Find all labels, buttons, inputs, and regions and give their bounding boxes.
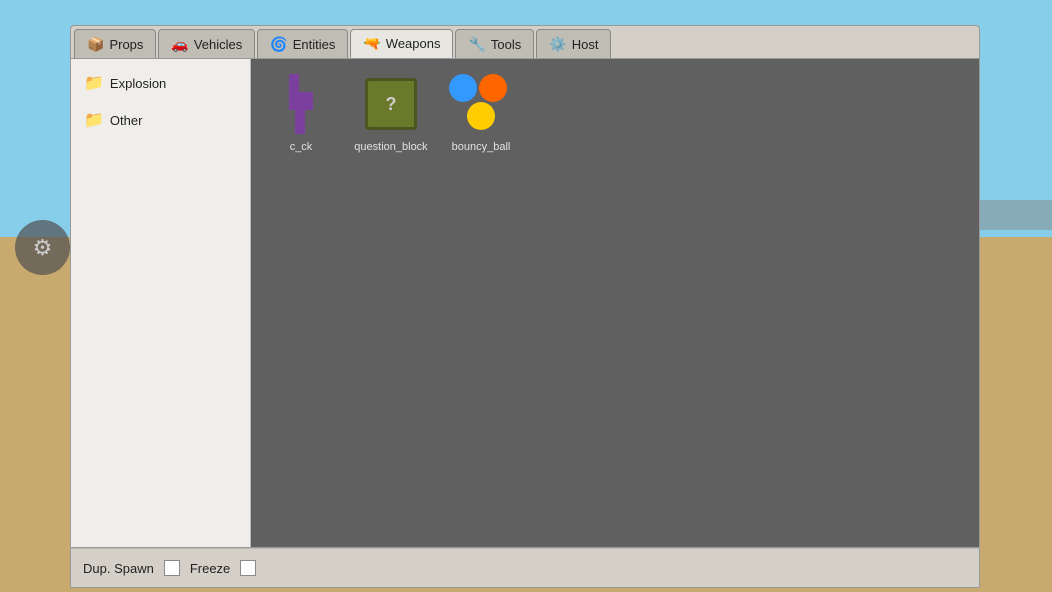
tab-vehicles[interactable]: 🚗 Vehicles xyxy=(158,29,255,58)
bouncy-ball-label: bouncy_ball xyxy=(452,141,511,153)
freeze-label: Freeze xyxy=(190,561,230,576)
entities-icon: 🌀 xyxy=(270,36,287,53)
question-block-icon-wrapper: ? xyxy=(356,69,426,139)
circle-yellow xyxy=(467,102,495,130)
sidebar-item-explosion-label: Explosion xyxy=(110,76,166,91)
tab-props[interactable]: 📦 Props xyxy=(74,29,156,58)
dup-spawn-label: Dup. Spawn xyxy=(83,561,154,576)
freeze-checkbox[interactable] xyxy=(240,560,256,576)
sidebar-item-explosion[interactable]: 📁 Explosion xyxy=(74,65,247,101)
tab-weapons-label: Weapons xyxy=(386,36,441,51)
tab-weapons[interactable]: 🔫 Weapons xyxy=(350,29,453,58)
content-area: 📁 Explosion 📁 Other c_ck ? xyxy=(70,58,980,548)
vehicles-icon: 🚗 xyxy=(171,36,188,53)
bouncy-ball-icon-wrapper xyxy=(446,69,516,139)
props-icon: 📦 xyxy=(87,36,104,53)
question-block-label: question_block xyxy=(354,141,427,153)
item-c-ck[interactable]: c_ck xyxy=(261,69,341,153)
host-icon: ⚙️ xyxy=(549,36,566,53)
item-question-block[interactable]: ? question_block xyxy=(351,69,431,153)
tab-tools[interactable]: 🔧 Tools xyxy=(455,29,534,58)
tab-host[interactable]: ⚙️ Host xyxy=(536,29,611,58)
bouncy-ball-group xyxy=(449,74,514,134)
sidebar-item-other-label: Other xyxy=(110,113,143,128)
folder-icon-explosion: 📁 xyxy=(84,73,104,93)
sidebar: 📁 Explosion 📁 Other xyxy=(71,59,251,547)
folder-icon-other: 📁 xyxy=(84,110,104,130)
tools-icon: 🔧 xyxy=(468,36,485,53)
tab-props-label: Props xyxy=(109,37,143,52)
item-bouncy-ball[interactable]: bouncy_ball xyxy=(441,69,521,153)
question-block-shape: ? xyxy=(365,78,417,130)
weapons-icon: 🔫 xyxy=(363,35,380,52)
items-grid: c_ck ? question_block bouncy_ball xyxy=(251,59,979,547)
tab-entities-label: Entities xyxy=(293,37,336,52)
circle-orange xyxy=(479,74,507,102)
dup-spawn-checkbox[interactable] xyxy=(164,560,180,576)
tab-tools-label: Tools xyxy=(491,37,521,52)
c-ck-icon-wrapper xyxy=(266,69,336,139)
tab-bar: 📦 Props 🚗 Vehicles 🌀 Entities 🔫 Weapons … xyxy=(70,25,980,58)
ui-panel: 📦 Props 🚗 Vehicles 🌀 Entities 🔫 Weapons … xyxy=(70,25,980,570)
c-ck-label: c_ck xyxy=(290,141,313,153)
tab-vehicles-label: Vehicles xyxy=(194,37,242,52)
tab-host-label: Host xyxy=(572,37,599,52)
bottom-bar: Dup. Spawn Freeze xyxy=(70,548,980,588)
tab-entities[interactable]: 🌀 Entities xyxy=(257,29,348,58)
circle-blue xyxy=(449,74,477,102)
bg-wrench-icon: ⚙ xyxy=(15,220,70,275)
c-ck-shape xyxy=(281,74,321,134)
sidebar-item-other[interactable]: 📁 Other xyxy=(74,102,247,138)
